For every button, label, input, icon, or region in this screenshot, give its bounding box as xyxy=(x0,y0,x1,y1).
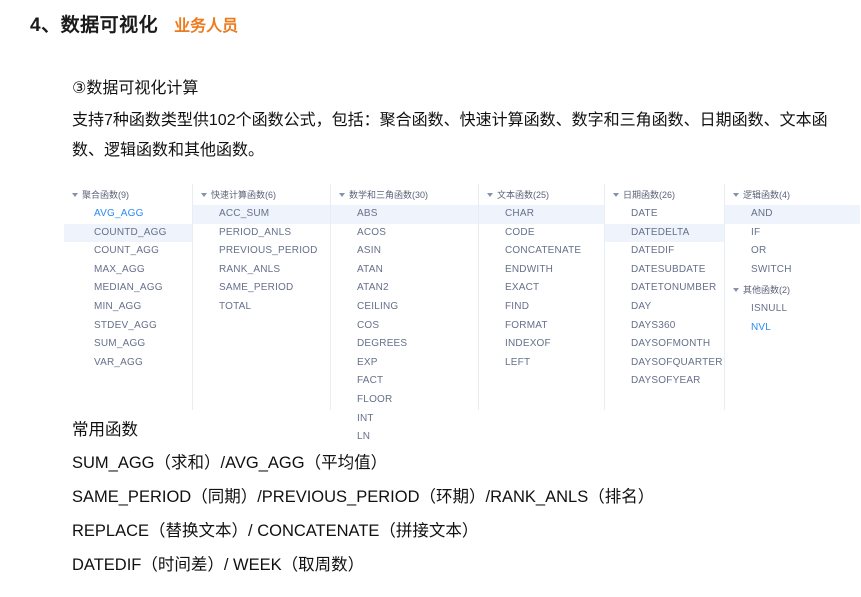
function-item[interactable]: ENDWITH xyxy=(479,261,604,280)
intro-paragraph: 支持7种函数类型供102个函数公式，包括：聚合函数、快速计算函数、数字和三角函数… xyxy=(72,112,828,159)
caret-down-icon[interactable] xyxy=(339,193,345,197)
function-group-header[interactable]: 其他函数(2) xyxy=(725,279,860,300)
function-item[interactable]: ACOS xyxy=(331,224,478,243)
function-group-label: 逻辑函数(4) xyxy=(743,190,790,200)
function-item[interactable]: ISNULL xyxy=(725,300,860,319)
function-item[interactable]: AND xyxy=(725,205,860,224)
function-item[interactable]: STDEV_AGG xyxy=(64,317,192,336)
function-item[interactable]: CEILING xyxy=(331,298,478,317)
function-group-label: 日期函数(26) xyxy=(623,190,676,200)
function-group-header[interactable]: 日期函数(26) xyxy=(605,184,724,205)
function-item[interactable]: TOTAL xyxy=(193,298,330,317)
function-item[interactable]: CHAR xyxy=(479,205,604,224)
intro-subtitle: ③数据可视化计算 xyxy=(72,80,199,97)
function-category-column: 日期函数(26) DATE DATEDELTA DATEDIF DATESUBDATE D… xyxy=(604,184,724,410)
function-category-column: 文本函数(25) CHAR CODE CONCATENATE ENDWITH EXACT F… xyxy=(478,184,604,410)
function-item[interactable]: FORMAT xyxy=(479,317,604,336)
function-item[interactable]: MEDIAN_AGG xyxy=(64,279,192,298)
function-item[interactable]: SUM_AGG xyxy=(64,335,192,354)
function-item[interactable]: FIND xyxy=(479,298,604,317)
function-item[interactable]: DATE xyxy=(605,205,724,224)
caret-down-icon[interactable] xyxy=(733,193,739,197)
function-item[interactable]: IF xyxy=(725,224,860,243)
function-group-header[interactable]: 文本函数(25) xyxy=(479,184,604,205)
caret-down-icon[interactable] xyxy=(733,288,739,293)
function-item[interactable]: DATETONUMBER xyxy=(605,279,724,298)
common-function-line: DATEDIF（时间差）/ WEEK（取周数） xyxy=(72,556,365,574)
function-item[interactable]: ABS xyxy=(331,205,478,224)
function-item[interactable]: PERIOD_ANLS xyxy=(193,224,330,243)
function-item[interactable]: INDEXOF xyxy=(479,335,604,354)
function-item[interactable]: EXACT xyxy=(479,279,604,298)
function-item[interactable]: DAY xyxy=(605,298,724,317)
function-item[interactable]: DAYSOFQUARTER xyxy=(605,354,724,373)
function-item[interactable]: AVG_AGG xyxy=(64,205,192,224)
function-group-label: 其他函数(2) xyxy=(743,285,790,296)
common-functions-lines: SUM_AGG（求和）/AVG_AGG（平均值） SAME_PERIOD（同期）/… xyxy=(72,446,852,582)
function-group-label: 数学和三角函数(30) xyxy=(349,190,429,200)
audience-badge: 业务人员 xyxy=(174,18,239,35)
function-item[interactable]: SWITCH xyxy=(725,261,860,280)
page-title: 4、数据可视化 xyxy=(30,15,159,36)
function-item[interactable]: DEGREES xyxy=(331,335,478,354)
function-item[interactable]: OR xyxy=(725,242,860,261)
common-function-line: SUM_AGG（求和）/AVG_AGG（平均值） xyxy=(72,454,388,472)
function-item[interactable]: FLOOR xyxy=(331,391,478,410)
function-item[interactable]: DAYS360 xyxy=(605,317,724,336)
function-item[interactable]: MAX_AGG xyxy=(64,261,192,280)
function-item[interactable]: EXP xyxy=(331,354,478,373)
function-item[interactable]: DATEDIF xyxy=(605,242,724,261)
function-item[interactable]: ACC_SUM xyxy=(193,205,330,224)
function-item[interactable]: CONCATENATE xyxy=(479,242,604,261)
function-group-header[interactable]: 聚合函数(9) xyxy=(64,184,192,205)
function-group-label: 聚合函数(9) xyxy=(82,190,129,200)
caret-down-icon[interactable] xyxy=(487,193,493,197)
caret-down-icon[interactable] xyxy=(201,193,207,197)
function-item[interactable]: ATAN2 xyxy=(331,279,478,298)
function-category-column: 逻辑函数(4) AND IF OR SWITCH 其他函数(2) ISNULL NVL xyxy=(724,184,860,410)
common-function-line: SAME_PERIOD（同期）/PREVIOUS_PERIOD（环期）/RANK… xyxy=(72,488,655,506)
page-heading: 4、数据可视化 业务人员 xyxy=(30,10,238,37)
function-item[interactable]: COUNT_AGG xyxy=(64,242,192,261)
function-item[interactable]: PREVIOUS_PERIOD xyxy=(193,242,330,261)
function-group-header[interactable]: 数学和三角函数(30) xyxy=(331,184,478,205)
function-item[interactable]: COS xyxy=(331,317,478,336)
function-item[interactable]: VAR_AGG xyxy=(64,354,192,373)
function-item[interactable]: DAYSOFMONTH xyxy=(605,335,724,354)
function-group-header[interactable]: 快速计算函数(6) xyxy=(193,184,330,205)
function-item[interactable]: ASIN xyxy=(331,242,478,261)
function-item[interactable]: CODE xyxy=(479,224,604,243)
caret-down-icon[interactable] xyxy=(613,193,619,197)
function-item[interactable]: NVL xyxy=(725,319,860,338)
function-item[interactable]: FACT xyxy=(331,372,478,391)
function-category-column: 快速计算函数(6) ACC_SUM PERIOD_ANLS PREVIOUS_PERI… xyxy=(192,184,330,410)
function-item[interactable]: RANK_ANLS xyxy=(193,261,330,280)
function-item[interactable]: SAME_PERIOD xyxy=(193,279,330,298)
function-item[interactable]: ATAN xyxy=(331,261,478,280)
function-item[interactable]: DAYSOFYEAR xyxy=(605,372,724,391)
function-category-column: 聚合函数(9) AVG_AGG COUNTD_AGG COUNT_AGG MAX_AGG… xyxy=(64,184,192,410)
function-browser: 聚合函数(9) AVG_AGG COUNTD_AGG COUNT_AGG MAX_AGG… xyxy=(64,184,860,442)
function-item[interactable]: MIN_AGG xyxy=(64,298,192,317)
intro-block: ③数据可视化计算 支持7种函数类型供102个函数公式，包括：聚合函数、快速计算函… xyxy=(72,74,844,166)
common-functions-label: 常用函数 xyxy=(72,421,138,439)
function-item[interactable]: DATEDELTA xyxy=(605,223,724,243)
caret-down-icon[interactable] xyxy=(72,193,78,197)
function-category-column: 数学和三角函数(30) ABS ACOS ASIN ATAN ATAN2 CEILING CO… xyxy=(330,184,478,442)
function-item[interactable]: DATESUBDATE xyxy=(605,261,724,280)
common-function-line: REPLACE（替换文本）/ CONCATENATE（拼接文本） xyxy=(72,522,479,540)
common-functions-block: 常用函数 SUM_AGG（求和）/AVG_AGG（平均值） SAME_PERIOD… xyxy=(72,414,852,582)
function-item[interactable]: COUNTD_AGG xyxy=(64,223,192,243)
function-group-label: 文本函数(25) xyxy=(497,190,550,200)
function-item[interactable]: LEFT xyxy=(479,354,604,373)
function-group-label: 快速计算函数(6) xyxy=(211,190,276,200)
function-group-header[interactable]: 逻辑函数(4) xyxy=(725,184,860,205)
